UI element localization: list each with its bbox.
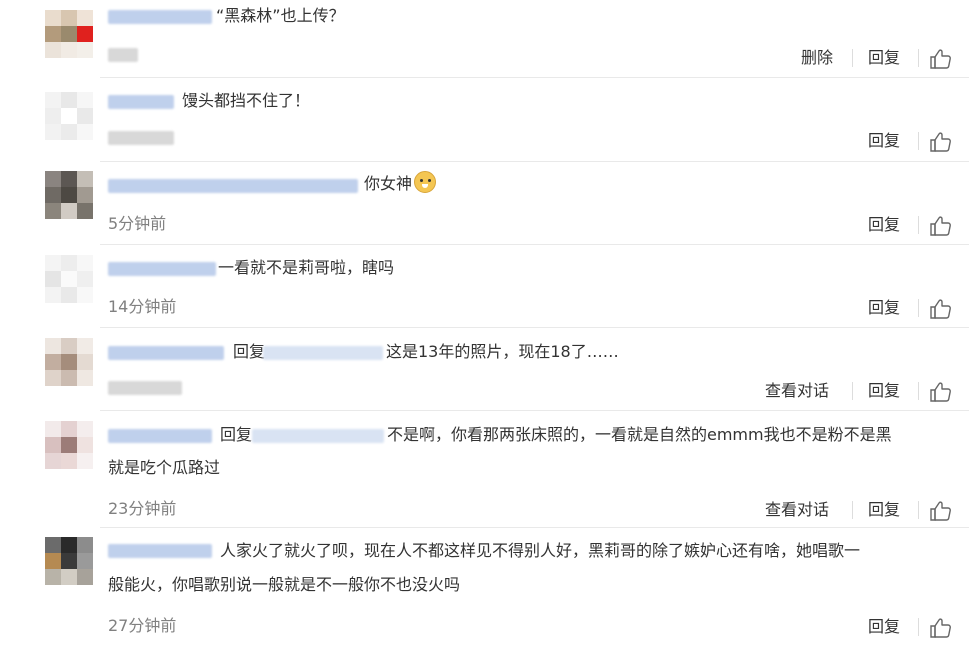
timestamp: 5分钟前: [108, 214, 167, 233]
comment-item: “黑森林”也上传？ 删除 回复: [0, 0, 969, 75]
thumbs-up-icon[interactable]: [930, 299, 952, 319]
reply-button[interactable]: 回复: [868, 298, 900, 318]
reply-prefix: 回复: [233, 342, 266, 361]
timestamp-blurred: [108, 131, 174, 145]
reply-target-blurred[interactable]: [263, 346, 383, 360]
action-separator: [918, 216, 919, 234]
reply-prefix: 回复: [220, 425, 253, 444]
thumbs-up-icon[interactable]: [930, 216, 952, 236]
username-blurred[interactable]: [108, 262, 216, 276]
comment-item: 一看就不是莉哥啦，瞎吗 14分钟前 回复: [0, 245, 969, 327]
username-blurred[interactable]: [108, 10, 212, 24]
reply-button[interactable]: 回复: [868, 48, 900, 68]
comment-item: 馒头都挡不住了！ 回复: [0, 78, 969, 160]
comment-text: 馒头都挡不住了！: [182, 91, 311, 110]
comment-text: 一看就不是莉哥啦，瞎吗: [218, 258, 395, 277]
avatar[interactable]: [45, 92, 93, 140]
action-separator: [852, 501, 853, 519]
avatar[interactable]: [45, 10, 93, 58]
comment-item: 你女神 5分钟前 回复: [0, 162, 969, 244]
username-blurred[interactable]: [108, 544, 212, 558]
comment-item: 回复 不是啊，你看那两张床照的，一看就是自然的emmm我也不是粉不是黑 就是吃个…: [0, 411, 969, 527]
action-separator: [918, 132, 919, 150]
action-separator: [918, 501, 919, 519]
comment-text: 你女神: [364, 171, 437, 196]
comment-text: 这是13年的照片，现在18了……: [386, 342, 619, 361]
avatar[interactable]: [45, 537, 93, 585]
thumbs-up-icon[interactable]: [930, 132, 952, 152]
reply-button[interactable]: 回复: [868, 131, 900, 151]
username-blurred[interactable]: [108, 429, 212, 443]
reply-button[interactable]: 回复: [868, 215, 900, 235]
action-separator: [918, 618, 919, 636]
comment-text-line-2: 就是吃个瓜路过: [108, 458, 221, 477]
thumbs-up-icon[interactable]: [930, 382, 952, 402]
timestamp: 27分钟前: [108, 616, 177, 635]
comment-text: “黑森林”也上传？: [216, 6, 345, 25]
avatar[interactable]: [45, 421, 93, 469]
username-blurred[interactable]: [108, 346, 224, 360]
delete-button[interactable]: 删除: [801, 48, 833, 68]
action-separator: [852, 382, 853, 400]
reply-button[interactable]: 回复: [868, 617, 900, 637]
reply-button[interactable]: 回复: [868, 381, 900, 401]
timestamp-blurred: [108, 48, 138, 62]
comment-text-line-1: 人家火了就火了呗，现在人不都这样见不得别人好，黑莉哥的除了嫉妒心还有啥，她唱歌一: [220, 541, 861, 560]
avatar[interactable]: [45, 338, 93, 386]
username-blurred[interactable]: [108, 179, 358, 193]
avatar[interactable]: [45, 171, 93, 219]
action-separator: [852, 49, 853, 67]
comment-text-line-2: 般能火，你唱歌别说一般就是不一般你不也没火吗: [108, 575, 461, 594]
view-conversation-button[interactable]: 查看对话: [765, 381, 829, 401]
comment-item: 回复 这是13年的照片，现在18了…… 查看对话 回复: [0, 328, 969, 410]
action-separator: [918, 49, 919, 67]
comment-text-line-1: 不是啊，你看那两张床照的，一看就是自然的emmm我也不是粉不是黑: [387, 425, 892, 444]
username-blurred[interactable]: [108, 95, 174, 109]
thumbs-up-icon[interactable]: [930, 618, 952, 638]
timestamp: 14分钟前: [108, 297, 177, 316]
comment-item: 人家火了就火了呗，现在人不都这样见不得别人好，黑莉哥的除了嫉妒心还有啥，她唱歌一…: [0, 528, 969, 650]
reply-target-blurred[interactable]: [252, 429, 384, 443]
action-separator: [918, 382, 919, 400]
doge-emoji-icon: [414, 171, 437, 193]
comment-text-content: 你女神: [364, 174, 413, 193]
timestamp-blurred: [108, 381, 182, 395]
timestamp: 23分钟前: [108, 499, 177, 518]
reply-button[interactable]: 回复: [868, 500, 900, 520]
avatar[interactable]: [45, 255, 93, 303]
thumbs-up-icon[interactable]: [930, 501, 952, 521]
view-conversation-button[interactable]: 查看对话: [765, 500, 829, 520]
action-separator: [918, 299, 919, 317]
thumbs-up-icon[interactable]: [930, 49, 952, 69]
